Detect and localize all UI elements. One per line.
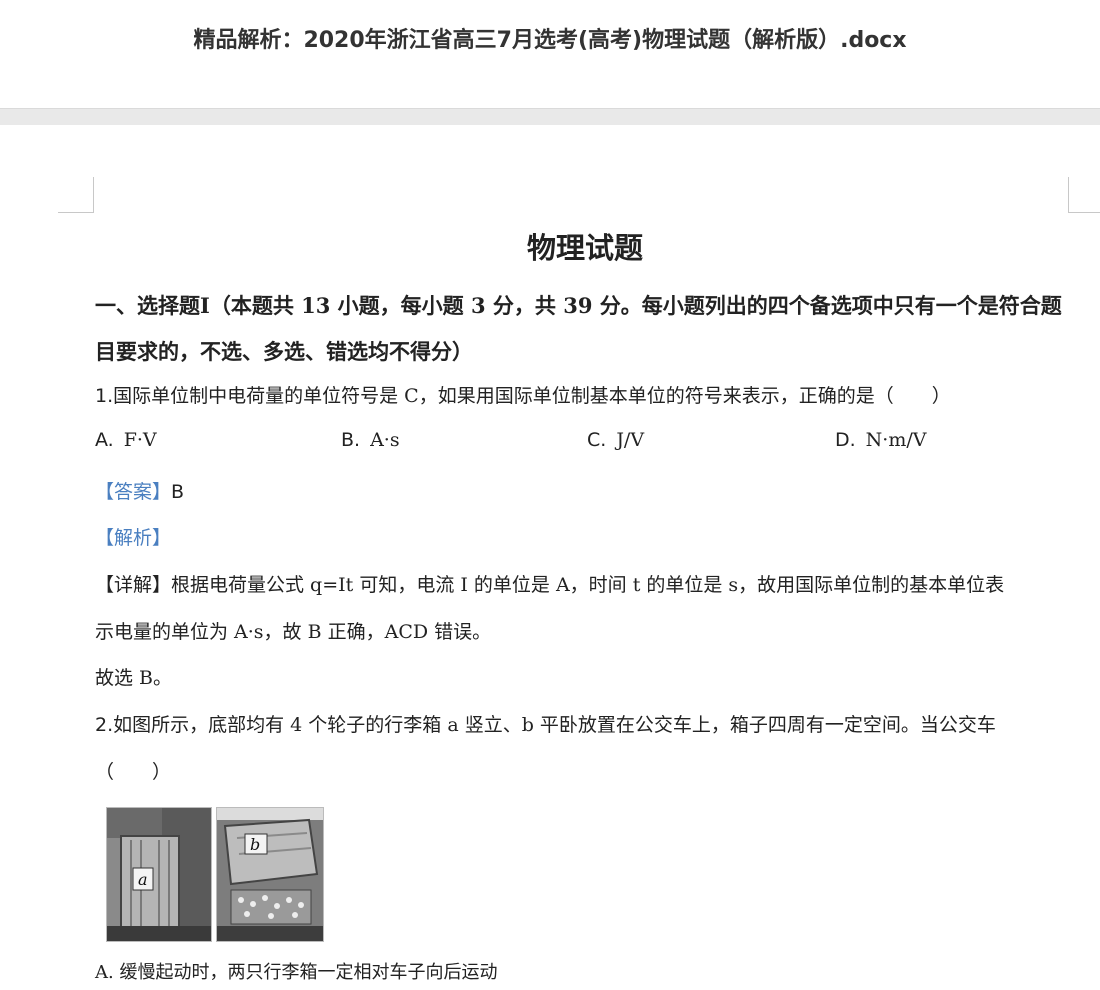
q1-option-d-text: N·m/V [865, 429, 927, 451]
analysis-tag: 【解析】 [95, 527, 172, 549]
question-2-number: 2. [95, 714, 114, 736]
margin-corner-top-left [58, 177, 94, 213]
q1-option-b: B. A·s [341, 429, 400, 451]
q1-option-c-letter: C. [587, 429, 607, 451]
q1-option-c: C. J/V [587, 429, 644, 451]
q1-option-d-letter: D. [835, 429, 856, 451]
luggage-photo-b: b [216, 807, 324, 942]
q1-option-a-text: F·V [123, 429, 157, 451]
document-title: 精品解析：2020年浙江省高三7月选考(高考)物理试题（解析版）.docx [193, 28, 907, 53]
question-1-number: 1. [95, 385, 114, 407]
document-page: 物理试题 一、选择题Ⅰ（本题共 13 小题，每小题 3 分，共 39 分。每小题… [0, 125, 1100, 990]
detail-line-1: 【详解】根据电荷量公式 q=It 可知，电流 I 的单位是 A，时间 t 的单位… [95, 570, 1004, 597]
question-2-text: 如图所示，底部均有 4 个轮子的行李箱 a 竖立、b 平卧放置在公交车上，箱子四… [113, 714, 996, 736]
answer-value: B [171, 481, 185, 503]
luggage-photo-a: a [106, 807, 212, 942]
question-1-text: 国际单位制中电荷量的单位符号是 C，如果用国际单位制基本单位的符号来表示，正确的… [113, 385, 951, 407]
answer-line: 【答案】B [95, 477, 184, 504]
q1-option-c-text: J/V [616, 429, 645, 451]
luggage-a-label: a [138, 870, 148, 889]
question-2: 2.如图所示，底部均有 4 个轮子的行李箱 a 竖立、b 平卧放置在公交车上，箱… [95, 710, 996, 737]
section-heading: 一、选择题Ⅰ（本题共 13 小题，每小题 3 分，共 39 分。每小题列出的四个… [95, 293, 1062, 364]
luggage-b-label: b [250, 835, 260, 854]
detail-tag: 【详解】 [95, 574, 172, 596]
question-1: 1.国际单位制中电荷量的单位符号是 C，如果用国际单位制基本单位的符号来表示，正… [95, 381, 951, 408]
q2-option-a: A. 缓慢起动时，两只行李箱一定相对车子向后运动 [95, 962, 498, 983]
margin-corner-top-right [1068, 177, 1100, 213]
conclusion-line: 故选 B。 [95, 667, 173, 689]
window-title-bar: 精品解析：2020年浙江省高三7月选考(高考)物理试题（解析版）.docx [0, 0, 1100, 108]
answer-tag: 【答案】 [95, 481, 172, 503]
q1-option-a-letter: A. [95, 429, 114, 451]
question-2-paren: （ ） [95, 761, 172, 783]
q1-option-d: D. N·m/V [835, 429, 926, 451]
q1-option-b-text: A·s [370, 429, 400, 451]
detail-line-2: 示电量的单位为 A·s，故 B 正确，ACD 错误。 [95, 621, 492, 643]
analysis-line: 【解析】 [95, 523, 171, 550]
q1-option-a: A. F·V [95, 429, 157, 451]
q1-option-b-letter: B. [341, 429, 361, 451]
page-title: 物理试题 [526, 231, 643, 265]
page-separator [0, 108, 1100, 126]
detail-text-1: 根据电荷量公式 q=It 可知，电流 I 的单位是 A，时间 t 的单位是 s，… [171, 574, 1005, 596]
